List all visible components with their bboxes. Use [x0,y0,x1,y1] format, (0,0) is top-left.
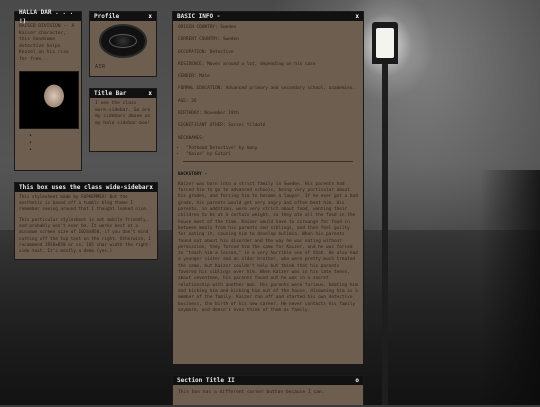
profile-title: Profile [94,13,120,20]
divider [183,160,353,169]
left-panel-text: RAISED DIVISION -- A Kaiser character, t… [19,24,75,62]
basic-info-title-bar: BASIC INFO - x [173,12,363,21]
backstory-heading: BACKSTORY - [178,171,208,177]
wide-sidebar-title: This box uses the class wide-sidebar [19,184,150,191]
backstory-text: Kaizer was born into a strict family in … [178,181,358,313]
info-field: RESIDENCE: Moves around a lot, depending… [178,61,316,67]
basic-info-close-button[interactable]: x [355,12,359,21]
section-two-corner-button[interactable]: o [355,376,359,385]
profile-box: Profile x AIR [89,11,157,77]
title-bar-box-header: Title Bar x [90,89,156,98]
background-tree [480,170,540,405]
info-field: BIRTHDAY: November 19th [178,111,239,117]
menu-dots[interactable]: • • • [15,133,81,154]
wide-sidebar-content: This stylesheet made by EUPHEMMEX! But t… [15,192,157,263]
section-two-box: Section Title II o This box has a differ… [172,375,364,405]
wide-sidebar-paragraph-1: This stylesheet made by EUPHEMMEX! But t… [19,195,149,213]
info-field: OCCUPATION: Detective [178,49,234,55]
section-two-text: This box has a different corner button b… [178,390,325,395]
info-field: CURRENT COUNTRY: Sweden [178,37,239,43]
nickname-item: "Kaize" by Eutari [186,152,358,158]
left-panel-content: RAISED DIVISION -- A Kaiser character, t… [15,21,81,67]
wide-sidebar-box: This box uses the class wide-sidebar x T… [14,182,158,260]
title-bar-box: Title Bar x I see the class more-sidebar… [89,88,157,152]
info-field: AGE: 26 [178,98,197,104]
character-portrait [19,70,79,129]
menu-dot[interactable]: • [29,140,81,147]
left-panel-title: HALLA DAR . . . !) [19,8,74,25]
basic-info-content: ORIGIN COUNTRY: Sweden CURRENT COUNTRY: … [173,21,363,323]
info-field: FORMAL EDUCATION: Advanced primary and s… [178,86,356,92]
section-two-content: This box has a different corner button b… [173,385,363,407]
section-two-title-bar: Section Title II o [173,376,363,385]
street-lamp-post [382,60,388,405]
menu-dot[interactable]: • [29,147,81,154]
wide-sidebar-paragraph-2: This particular stylesheet is not mobile… [19,218,151,254]
profile-caption: AIR [95,64,106,70]
nickname-list: "Pothead Detective" by many "Kaize" by E… [178,146,358,159]
profile-close-button[interactable]: x [148,12,152,21]
basic-info-box: BASIC INFO - x ORIGIN COUNTRY: Sweden CU… [172,11,364,365]
basic-info-title: BASIC INFO - [177,13,221,20]
left-panel: HALLA DAR . . . !) RAISED DIVISION -- A … [14,9,82,171]
info-field: ORIGIN COUNTRY: Sweden [178,25,237,30]
info-field: SIGNIFICANT OTHER: Sarsei Yildoté [178,123,266,129]
info-field: GENDER: Male [178,74,210,80]
section-two-title: Section Title II [177,377,235,384]
wide-sidebar-title-bar: This box uses the class wide-sidebar x [15,183,157,192]
info-field: NICKNAMES: [178,135,205,141]
profile-hat-image [99,24,147,58]
title-bar-box-content: I see the class more-sidebar. So are my … [90,98,156,135]
wide-sidebar-close-button[interactable]: x [149,183,153,192]
profile-title-bar: Profile x [90,12,156,21]
menu-dot[interactable]: • [29,133,81,140]
title-bar-box-text: I see the class more-sidebar. So are my … [95,101,151,126]
title-bar-box-close-button[interactable]: x [148,89,152,98]
title-bar-box-title: Title Bar [94,90,127,97]
street-lamp-light [376,28,394,58]
left-panel-title-bar: HALLA DAR . . . !) [15,9,81,25]
